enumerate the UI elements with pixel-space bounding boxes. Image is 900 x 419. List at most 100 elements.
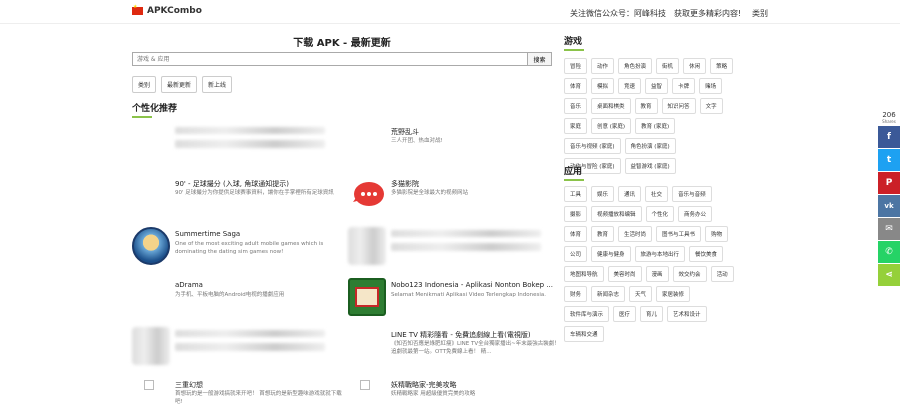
facebook-share-icon[interactable]: f <box>878 126 900 148</box>
category-link[interactable]: 类别 <box>752 8 768 19</box>
tag-item[interactable]: 赌场 <box>699 78 723 94</box>
brand-logo[interactable]: APKCombo <box>132 4 202 16</box>
whatsapp-share-icon[interactable]: ✆ <box>878 241 900 263</box>
blurred-desc <box>391 243 541 251</box>
tag-item[interactable]: 体育 <box>564 78 588 94</box>
blurred-name <box>391 230 541 237</box>
app-name: aDrama <box>175 281 203 289</box>
recommend-title: 个性化推荐 <box>132 101 177 118</box>
tag-item[interactable]: 医疗 <box>613 306 637 322</box>
tag-item[interactable]: 知识问答 <box>661 98 696 114</box>
tag-item[interactable]: 模拟 <box>591 78 615 94</box>
tag-item[interactable]: 音乐 <box>564 98 588 114</box>
top-header: APKCombo 关注微信公众号：阿峰科技 获取更多精彩内容! 类别 <box>0 0 900 24</box>
search-button[interactable]: 搜索 <box>527 53 551 65</box>
tag-item[interactable]: 个性化 <box>645 206 675 222</box>
tag-item[interactable]: 效交约会 <box>672 266 707 282</box>
tag-item[interactable]: 家居装修 <box>656 286 691 302</box>
tag-item[interactable]: 工具 <box>564 186 588 202</box>
pinterest-share-icon[interactable]: P <box>878 172 900 194</box>
tag-item[interactable]: 竞速 <box>618 78 642 94</box>
list-item[interactable] <box>348 227 558 267</box>
tag-item[interactable]: 艺术和设计 <box>667 306 707 322</box>
tag-item[interactable]: 生活时尚 <box>618 226 653 242</box>
list-item[interactable]: aDrama 为手机、平板电脑的Android电视的播劇应用 <box>132 278 342 318</box>
tag-item[interactable]: 软件库与演示 <box>564 306 610 322</box>
tag-item[interactable]: 公司 <box>564 246 588 262</box>
tag-item[interactable]: 休闲 <box>683 58 707 74</box>
tag-item[interactable]: 购物 <box>705 226 729 242</box>
app-desc: 首想玩的是一般游戏搞就来开吧！ 首想玩的是新型趣味游戏就就下载吧! <box>175 391 342 405</box>
list-item[interactable] <box>132 327 342 367</box>
china-flag-icon <box>132 4 143 15</box>
tag-item[interactable]: 街机 <box>656 58 680 74</box>
twitter-share-icon[interactable]: t <box>878 149 900 171</box>
tag-item[interactable]: 角色扮演 (家庭) <box>624 138 676 154</box>
tag-item[interactable]: 育儿 <box>640 306 664 322</box>
tag-item[interactable]: 漫画 <box>645 266 669 282</box>
tag-item[interactable]: 教育 <box>634 98 658 114</box>
tag-item[interactable]: 餐饮美食 <box>689 246 724 262</box>
page-title: 下载 APK - 最新更新 <box>293 38 391 49</box>
list-item[interactable]: 三重幻想 首想玩的是一般游戏搞就来开吧！ 首想玩的是新型趣味游戏就就下载吧! <box>132 377 342 417</box>
list-item[interactable]: 荒野乱斗 三人开团、热血对战! <box>348 124 558 164</box>
tag-item[interactable]: 音乐与视频 (家庭) <box>564 138 621 154</box>
tag-item[interactable]: 车辆和交通 <box>564 326 604 342</box>
tag-item[interactable]: 商务办公 <box>678 206 713 222</box>
app-name: 荒野乱斗 <box>391 128 419 136</box>
tag-item[interactable]: 天气 <box>629 286 653 302</box>
wechat-link[interactable]: 关注微信公众号：阿峰科技 <box>570 8 666 19</box>
tag-item[interactable]: 体育 <box>564 226 588 242</box>
tag-item[interactable]: 新闻杂志 <box>591 286 626 302</box>
tag-item[interactable]: 益智 <box>645 78 669 94</box>
tag-item[interactable]: 社交 <box>645 186 669 202</box>
blurred-icon <box>348 227 386 265</box>
tag-item[interactable]: 娱乐 <box>591 186 615 202</box>
tag-item[interactable]: 益智游戏 (家庭) <box>624 158 676 174</box>
list-item[interactable]: 多猫影院 多猫影院是全球最大的视频网站 <box>348 176 558 216</box>
tag-item[interactable]: 创意 (家庭) <box>591 118 632 134</box>
tag-item[interactable]: 旅游与本地出行 <box>634 246 686 262</box>
tag-item[interactable]: 图书与工具书 <box>656 226 702 242</box>
brand-name: APKCombo <box>147 6 202 16</box>
list-item[interactable]: Summertime Saga One of the most exciting… <box>132 227 342 267</box>
app-icon <box>348 278 386 316</box>
tag-item[interactable]: 桌面和棋类 <box>591 98 631 114</box>
tag-item[interactable]: 卡牌 <box>672 78 696 94</box>
games-title: 游戏 <box>564 34 585 51</box>
apps-title: 应用 <box>564 164 585 181</box>
tag-item[interactable]: 教育 <box>591 226 615 242</box>
app-desc: One of the most exciting adult mobile ga… <box>175 241 324 255</box>
list-item[interactable]: 90' - 足球撮分 (入球, 角球通知提示) 90' 足球撮分为你提供足球赛事… <box>132 176 342 216</box>
pill-latest[interactable]: 最新更新 <box>161 76 198 93</box>
pill-category[interactable]: 类别 <box>132 76 157 93</box>
tag-item[interactable]: 视频播放和编辑 <box>591 206 642 222</box>
blurred-desc <box>175 140 325 148</box>
tag-item[interactable]: 地图和导航 <box>564 266 604 282</box>
tag-item[interactable]: 财务 <box>564 286 588 302</box>
tag-item[interactable]: 音乐与音频 <box>672 186 712 202</box>
tag-item[interactable]: 策略 <box>710 58 734 74</box>
tag-item[interactable]: 摄影 <box>564 206 588 222</box>
tag-item[interactable]: 冒险 <box>564 58 588 74</box>
speech-bubble-icon <box>348 176 386 214</box>
tag-item[interactable]: 美容时尚 <box>607 266 642 282</box>
tag-item[interactable]: 教育 (家庭) <box>635 118 676 134</box>
list-item[interactable] <box>132 124 342 164</box>
list-item[interactable]: Nobo123 Indonesia - Aplikasi Nonton Boke… <box>348 278 558 318</box>
tag-item[interactable]: 通讯 <box>618 186 642 202</box>
tag-item[interactable]: 活动 <box>710 266 734 282</box>
pill-new[interactable]: 新上线 <box>202 76 233 93</box>
sharethis-icon[interactable]: ⋖ <box>878 264 900 286</box>
tag-item[interactable]: 动作 <box>591 58 615 74</box>
list-item[interactable]: LINE TV 精彩隨看 - 免費追劇線上看(電視版) 《知否知否應是綠肥紅瘦》… <box>348 327 560 367</box>
tag-item[interactable]: 角色扮演 <box>618 58 653 74</box>
tag-item[interactable]: 文字 <box>699 98 723 114</box>
list-item[interactable]: 妖精戰略家-完美攻略 妖精戰略家 用超級優質完美的攻略 <box>348 377 558 417</box>
tag-item[interactable]: 家庭 <box>564 118 588 134</box>
vk-share-icon[interactable]: vk <box>878 195 900 217</box>
tag-item[interactable]: 健康与健身 <box>591 246 631 262</box>
more-content-link[interactable]: 获取更多精彩内容! <box>674 8 741 19</box>
email-share-icon[interactable]: ✉ <box>878 218 900 240</box>
search-input[interactable] <box>133 53 527 65</box>
